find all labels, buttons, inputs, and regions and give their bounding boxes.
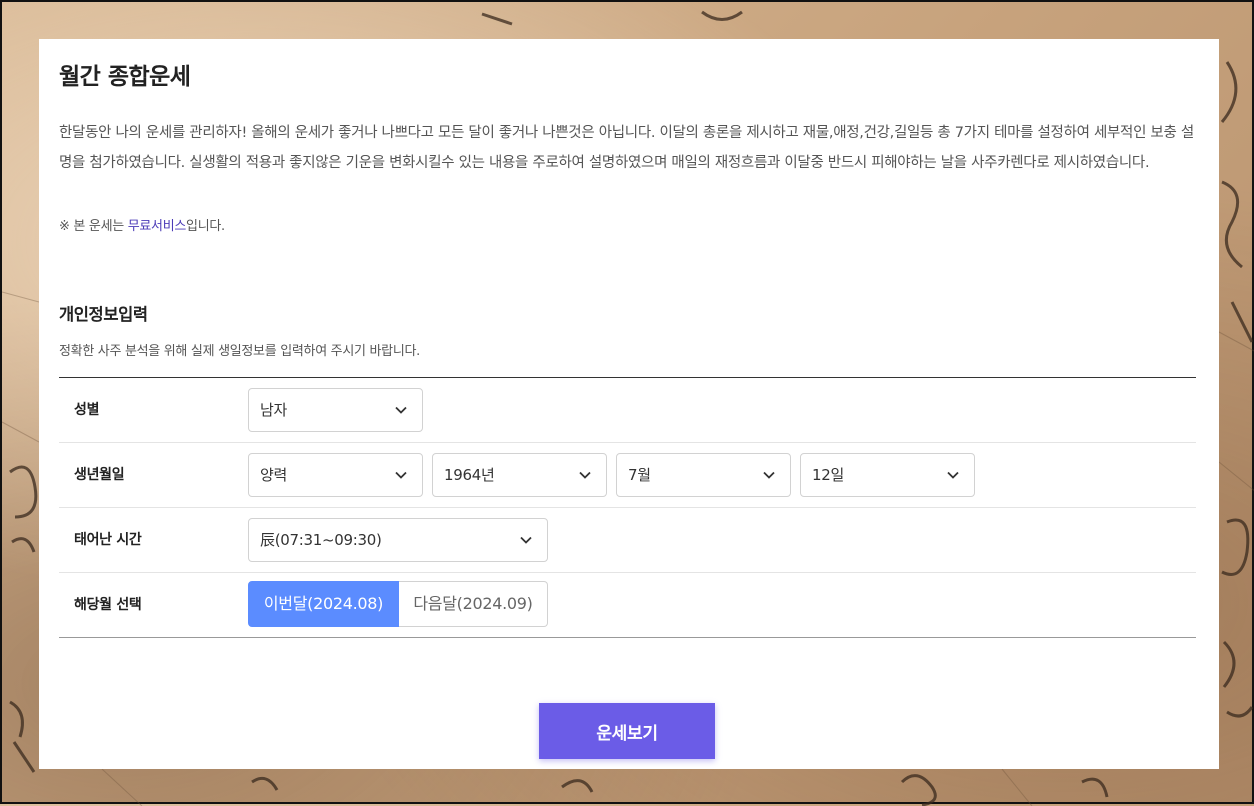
gender-select[interactable]: 남자 [248,388,423,432]
birth-time-label: 태어난 시간 [74,532,142,548]
free-service-notice: ※ 본 운세는 무료서비스입니다. [59,215,225,234]
chevron-down-icon [579,471,591,479]
chevron-down-icon [763,471,775,479]
next-month-button[interactable]: 다음달(2024.09) [399,581,548,627]
month-select-row: 해당월 선택 이번달(2024.08) 다음달(2024.09) [59,573,1196,637]
free-service-highlight: 무료서비스 [127,219,187,234]
birth-year-select[interactable]: 1964년 [432,453,607,497]
notice-suffix: 입니다. [186,219,225,234]
page-title: 월간 종합운세 [59,64,191,90]
chevron-down-icon [395,471,407,479]
fortune-panel: 월간 종합운세 한달동안 나의 운세를 관리하자! 올해의 운세가 좋거나 나쁘… [39,39,1219,769]
chevron-down-icon [947,471,959,479]
gender-row: 성별 남자 [59,378,1196,443]
calendar-type-value: 양력 [260,466,288,484]
birth-time-value: 辰(07:31~09:30) [260,531,382,549]
personal-info-title: 개인정보입력 [59,305,148,324]
birth-time-row: 태어난 시간 辰(07:31~09:30) [59,508,1196,573]
month-select-label: 해당월 선택 [74,597,142,613]
this-month-button[interactable]: 이번달(2024.08) [248,581,399,627]
calendar-type-select[interactable]: 양력 [248,453,423,497]
service-description: 한달동안 나의 운세를 관리하자! 올해의 운세가 좋거나 나쁘다고 모든 달이… [59,125,1194,171]
birth-time-select[interactable]: 辰(07:31~09:30) [248,518,548,562]
gender-label: 성별 [74,402,100,418]
birth-month-select[interactable]: 7월 [616,453,791,497]
birthdate-label: 생년월일 [74,467,125,483]
chevron-down-icon [520,536,532,544]
birth-day-value: 12일 [812,466,844,484]
personal-info-form: 성별 남자 생년월일 양력 1964년 7월 12일 태어난 시간 辰(07:3… [59,377,1196,638]
birth-year-value: 1964년 [444,466,495,484]
birth-day-select[interactable]: 12일 [800,453,975,497]
view-fortune-button[interactable]: 운세보기 [539,703,715,759]
birthdate-row: 생년월일 양력 1964년 7월 12일 [59,443,1196,508]
chevron-down-icon [395,406,407,414]
notice-prefix: ※ 본 운세는 [59,219,128,234]
personal-info-subtitle: 정확한 사주 분석을 위해 실제 생일정보를 입력하여 주시기 바랍니다. [59,344,420,359]
birth-month-value: 7월 [628,466,651,484]
gender-select-value: 남자 [260,401,288,419]
